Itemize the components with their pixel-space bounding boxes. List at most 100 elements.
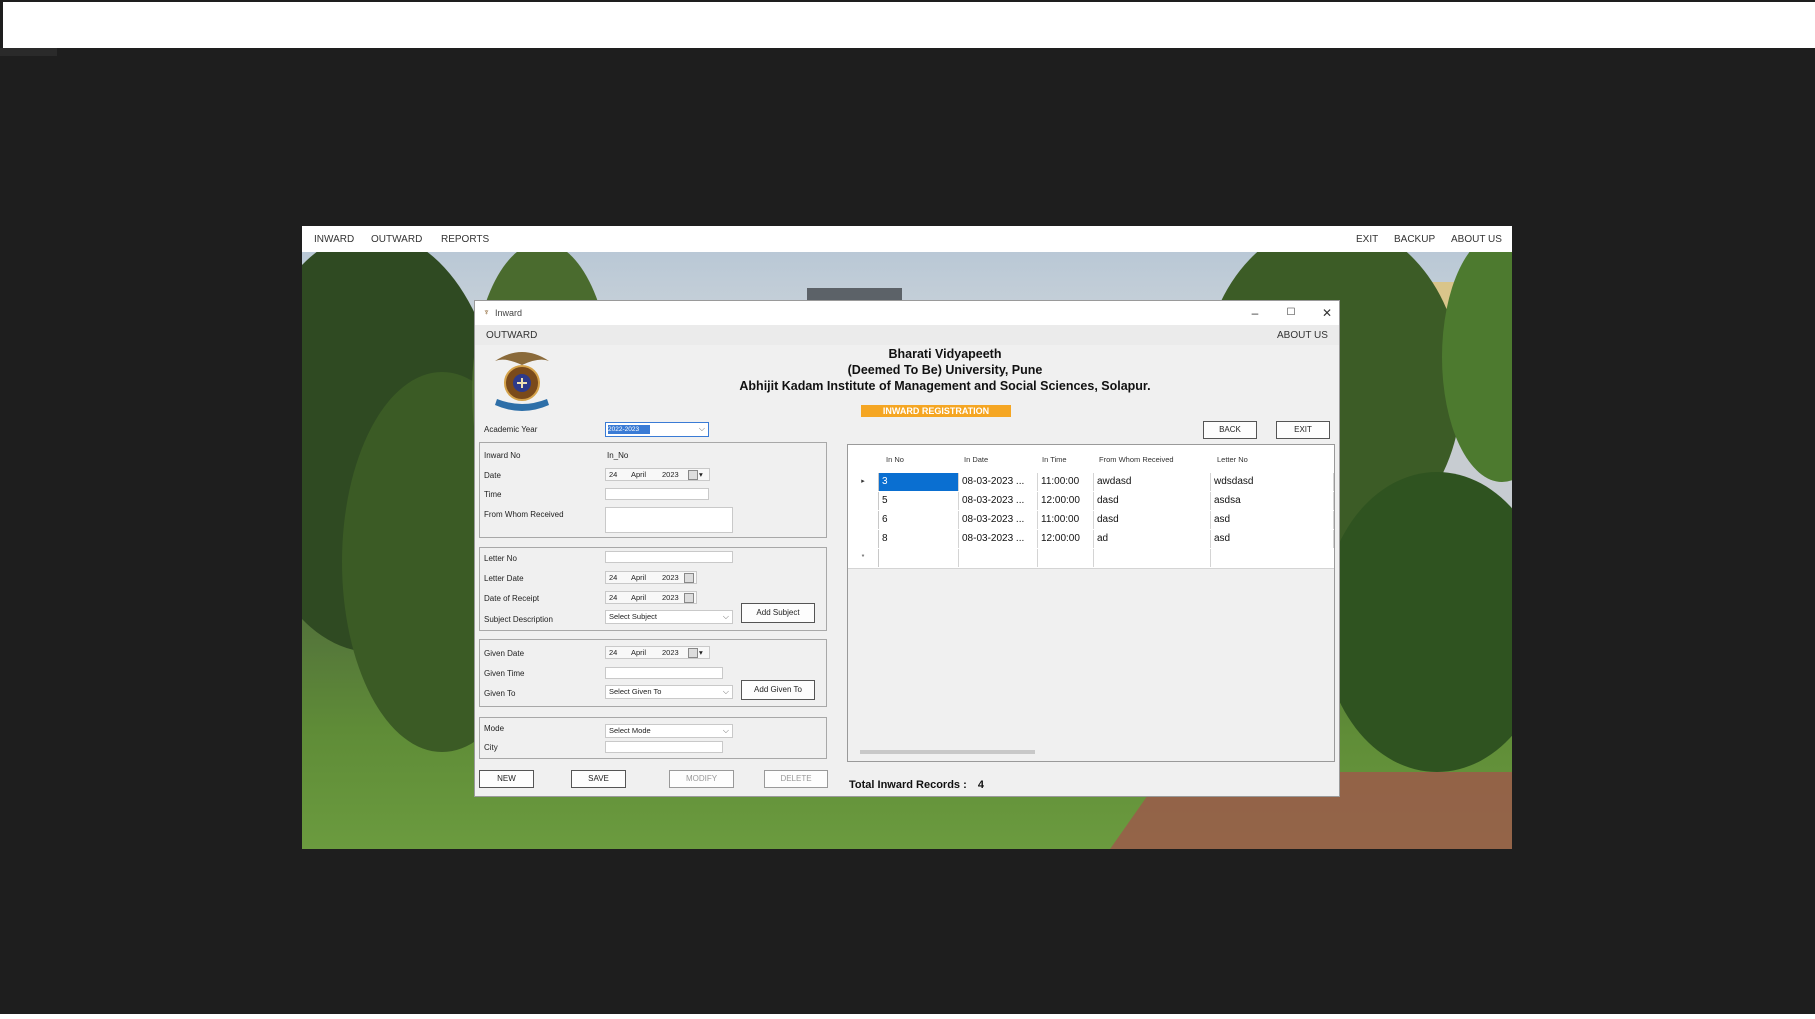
table-cell-in-time[interactable]: 12:00:00 <box>1038 530 1094 548</box>
col-in-date[interactable]: In Date <box>964 455 988 464</box>
table-cell-letter[interactable]: asd <box>1211 511 1334 529</box>
given-to-select[interactable]: Select Given To ⌵ <box>605 685 733 699</box>
table-cell-letter[interactable]: wdsdasd <box>1211 473 1334 491</box>
table-cell-in-time[interactable]: 12:00:00 <box>1038 492 1094 510</box>
inward-records-grid[interactable]: In No In Date In Time From Whom Received… <box>847 444 1335 762</box>
menu-inward[interactable]: INWARD <box>314 234 354 245</box>
given-to-select-value: Select Given To <box>609 687 662 696</box>
table-row[interactable]: ▸ 3 08-03-2023 ... 11:00:00 awdasd wdsdasd <box>848 473 1334 493</box>
letter-date-picker[interactable]: 24 April 2023 <box>605 571 697 584</box>
subject-select[interactable]: Select Subject ⌵ <box>605 610 733 624</box>
row-header[interactable] <box>848 492 879 510</box>
table-cell-in-no[interactable]: 6 <box>879 511 959 529</box>
mode-select[interactable]: Select Mode ⌵ <box>605 724 733 738</box>
letter-no-input[interactable] <box>605 551 733 563</box>
calendar-icon <box>688 470 698 480</box>
academic-year-select[interactable]: 2022-2023 ⌵ <box>605 422 709 437</box>
total-records-value: 4 <box>977 779 984 791</box>
letter-no-label: Letter No <box>484 554 517 563</box>
table-cell-from[interactable]: dasd <box>1094 511 1211 529</box>
city-input[interactable] <box>605 741 723 753</box>
mode-select-value: Select Mode <box>609 726 651 735</box>
chevron-down-icon: ⌵ <box>722 687 729 696</box>
row-header[interactable]: ▸ <box>848 473 879 491</box>
chevron-down-icon: ⌵ <box>722 612 729 621</box>
modify-button[interactable]: MODIFY <box>669 770 734 788</box>
grid-header: In No In Date In Time From Whom Received… <box>848 445 1334 474</box>
table-cell-in-time[interactable]: 11:00:00 <box>1038 473 1094 491</box>
row-header[interactable] <box>848 530 879 548</box>
chevron-down-icon: ▾ <box>699 470 703 479</box>
grid-new-row[interactable]: * <box>848 549 1334 569</box>
close-icon[interactable]: ✕ <box>1313 304 1339 322</box>
horizontal-scrollbar[interactable] <box>860 750 1035 754</box>
menu-backup[interactable]: BACKUP <box>1394 234 1435 245</box>
table-cell-in-date[interactable]: 08-03-2023 ... <box>959 530 1038 548</box>
row-header[interactable] <box>848 511 879 529</box>
from-whom-label: From Whom Received <box>484 510 564 519</box>
calendar-icon <box>684 573 694 583</box>
app-logo-icon: ♆ <box>483 307 490 317</box>
back-button[interactable]: BACK <box>1203 421 1257 439</box>
add-given-to-button[interactable]: Add Given To <box>741 680 815 700</box>
col-letter-no[interactable]: Letter No <box>1217 455 1248 464</box>
time-label: Time <box>484 490 502 499</box>
menu-outward[interactable]: OUTWARD <box>371 234 422 245</box>
exit-button[interactable]: EXIT <box>1276 421 1330 439</box>
date-label: Date <box>484 471 501 480</box>
table-cell-from[interactable]: ad <box>1094 530 1211 548</box>
save-button[interactable]: SAVE <box>571 770 626 788</box>
dialog-menu-outward[interactable]: OUTWARD <box>486 330 537 341</box>
menu-exit[interactable]: EXIT <box>1356 234 1378 245</box>
new-row-marker: * <box>848 549 879 567</box>
col-from-whom[interactable]: From Whom Received <box>1099 455 1174 464</box>
date-day: 24 <box>609 470 618 479</box>
letter-date-day: 24 <box>609 573 618 582</box>
app-menubar: INWARD OUTWARD REPORTS EXIT BACKUP ABOUT… <box>302 226 1512 252</box>
table-cell-from[interactable]: dasd <box>1094 492 1211 510</box>
tab-stub <box>0 48 57 56</box>
time-input[interactable] <box>605 488 709 500</box>
new-button[interactable]: NEW <box>479 770 534 788</box>
menu-reports[interactable]: REPORTS <box>441 234 489 245</box>
maximize-icon[interactable]: ☐ <box>1277 304 1305 322</box>
add-subject-button[interactable]: Add Subject <box>741 603 815 623</box>
subject-select-value: Select Subject <box>609 612 657 621</box>
table-row[interactable]: 8 08-03-2023 ... 12:00:00 ad asd <box>848 530 1334 550</box>
date-picker[interactable]: 24 April 2023 ▾ <box>605 468 710 481</box>
given-to-label: Given To <box>484 689 516 698</box>
table-cell-from[interactable]: awdasd <box>1094 473 1211 491</box>
mode-label: Mode <box>484 724 505 733</box>
table-row[interactable]: 6 08-03-2023 ... 11:00:00 dasd asd <box>848 511 1334 531</box>
table-cell-in-no[interactable]: 3 <box>879 473 959 491</box>
col-in-no[interactable]: In No <box>886 455 904 464</box>
table-row[interactable]: 5 08-03-2023 ... 12:00:00 dasd asdsa <box>848 492 1334 512</box>
table-cell-in-no[interactable]: 5 <box>879 492 959 510</box>
menu-about-us[interactable]: ABOUT US <box>1451 234 1502 245</box>
table-cell-in-date[interactable]: 08-03-2023 ... <box>959 511 1038 529</box>
table-cell-in-date[interactable]: 08-03-2023 ... <box>959 492 1038 510</box>
header-university: Bharati Vidyapeeth <box>888 347 1002 361</box>
city-label: City <box>484 743 498 752</box>
subject-label: Subject Description <box>484 615 553 624</box>
table-cell-in-date[interactable]: 08-03-2023 ... <box>959 473 1038 491</box>
from-whom-input[interactable] <box>605 507 733 533</box>
table-cell-letter[interactable]: asd <box>1211 530 1334 548</box>
top-bar <box>0 0 1815 48</box>
given-time-input[interactable] <box>605 667 723 679</box>
given-time-label: Given Time <box>484 669 525 678</box>
receipt-date-picker[interactable]: 24 April 2023 <box>605 591 697 604</box>
given-date-day: 24 <box>609 648 618 657</box>
table-cell-in-no[interactable]: 8 <box>879 530 959 548</box>
table-cell-letter[interactable]: asdsa <box>1211 492 1334 510</box>
dialog-menu-about-us[interactable]: ABOUT US <box>1277 330 1328 341</box>
col-in-time[interactable]: In Time <box>1042 455 1067 464</box>
receipt-date-month: April <box>631 593 647 602</box>
receipt-date-year: 2023 <box>662 593 679 602</box>
given-date-month: April <box>631 648 647 657</box>
table-cell-in-time[interactable]: 11:00:00 <box>1038 511 1094 529</box>
delete-button[interactable]: DELETE <box>764 770 828 788</box>
given-date-picker[interactable]: 24 April 2023 ▾ <box>605 646 710 659</box>
minimize-icon[interactable]: – <box>1241 304 1269 322</box>
academic-year-label: Academic Year <box>484 425 538 434</box>
